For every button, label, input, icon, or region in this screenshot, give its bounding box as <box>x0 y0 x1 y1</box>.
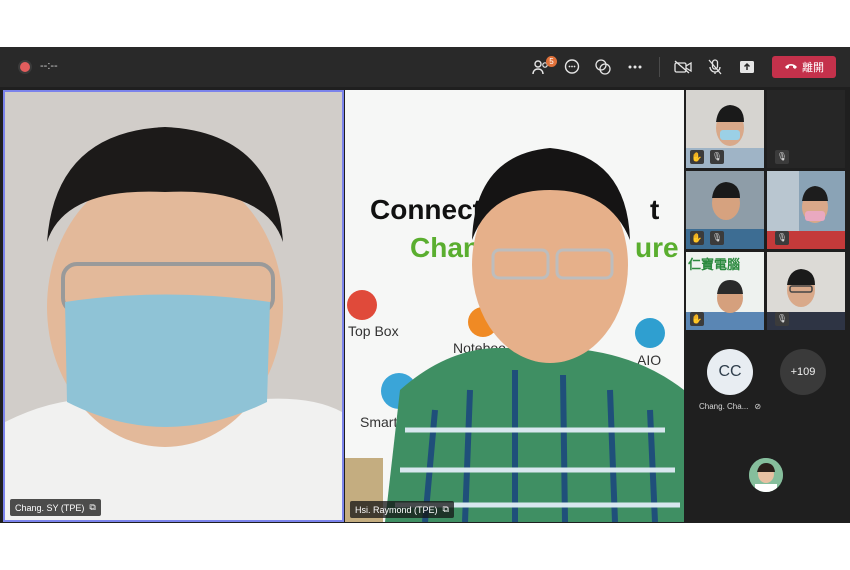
mic-off-icon: ⊘ <box>754 402 762 411</box>
participants-badge: 5 <box>546 56 557 67</box>
mic-off-icon: 🎙 <box>710 150 724 164</box>
grid-video-tile-4[interactable]: 🎙 <box>767 171 845 249</box>
participant-avatar-cc[interactable]: CC <box>707 349 753 395</box>
grid-video-tile-2[interactable]: 🎙 <box>767 90 845 168</box>
mic-off-icon[interactable] <box>704 56 726 78</box>
more-icon[interactable] <box>624 56 646 78</box>
raised-hand-icon: ✋ <box>690 150 704 164</box>
meeting-toolbar: --:-- 5 離開 <box>0 47 850 87</box>
participant-video <box>749 458 783 492</box>
recording-timer: --:-- <box>40 60 58 72</box>
leave-label: 離開 <box>802 62 824 74</box>
more-participants-count: +109 <box>790 366 816 378</box>
grid-video-tile-1[interactable]: ✋ 🎙 <box>686 90 764 168</box>
share-screen-icon[interactable] <box>736 56 758 78</box>
grid-video-tile-5[interactable]: 仁寶電腦 ✋ <box>686 252 764 330</box>
participant-name: Chang. Cha... <box>699 402 749 411</box>
mic-off-icon: 🎙 <box>775 231 789 245</box>
participant-name-tag: Hsi. Raymond (TPE) ⧉ <box>350 501 454 518</box>
raised-hand-icon: ✋ <box>690 231 704 245</box>
leave-button[interactable]: 離開 <box>772 56 836 78</box>
recording-icon <box>20 62 30 72</box>
video-tile-hsi-raymond[interactable]: Connect Y t Chang ure Top Box Noteboo AI… <box>345 90 684 522</box>
teams-meeting-window: --:-- 5 離開 Chang. SY (TPE) ⧉ Connect Y t… <box>0 47 850 523</box>
camera-off-icon[interactable] <box>672 56 694 78</box>
participant-video <box>345 148 684 522</box>
toolbar-divider <box>659 57 660 77</box>
grid-video-tile-3[interactable]: ✋ 🎙 <box>686 171 764 249</box>
avatar-initials: CC <box>718 363 742 380</box>
screen-share-icon: ⧉ <box>89 502 96 512</box>
reactions-icon[interactable] <box>592 56 614 78</box>
participant-name: Chang. SY (TPE) <box>15 502 85 513</box>
video-tile-chang-sy[interactable]: Chang. SY (TPE) ⧉ <box>3 90 344 522</box>
company-logo-text: 仁寶電腦 <box>688 257 741 272</box>
hangup-icon <box>784 61 798 73</box>
chat-icon[interactable] <box>561 56 583 78</box>
grid-video-tile-6[interactable]: 🎙 <box>767 252 845 330</box>
self-view-avatar[interactable] <box>749 458 783 492</box>
raised-hand-icon: ✋ <box>690 312 704 326</box>
participant-name: Hsi. Raymond (TPE) <box>355 504 438 515</box>
mic-off-icon: 🎙 <box>775 312 789 326</box>
participant-name-row: Chang. Cha... ⊘ <box>699 402 761 411</box>
more-participants-button[interactable]: +109 <box>780 349 826 395</box>
screen-share-icon: ⧉ <box>442 504 449 514</box>
participant-name-tag: Chang. SY (TPE) ⧉ <box>10 499 101 516</box>
participant-video <box>5 92 342 520</box>
mic-off-icon: 🎙 <box>775 150 789 164</box>
mic-off-icon: 🎙 <box>710 231 724 245</box>
